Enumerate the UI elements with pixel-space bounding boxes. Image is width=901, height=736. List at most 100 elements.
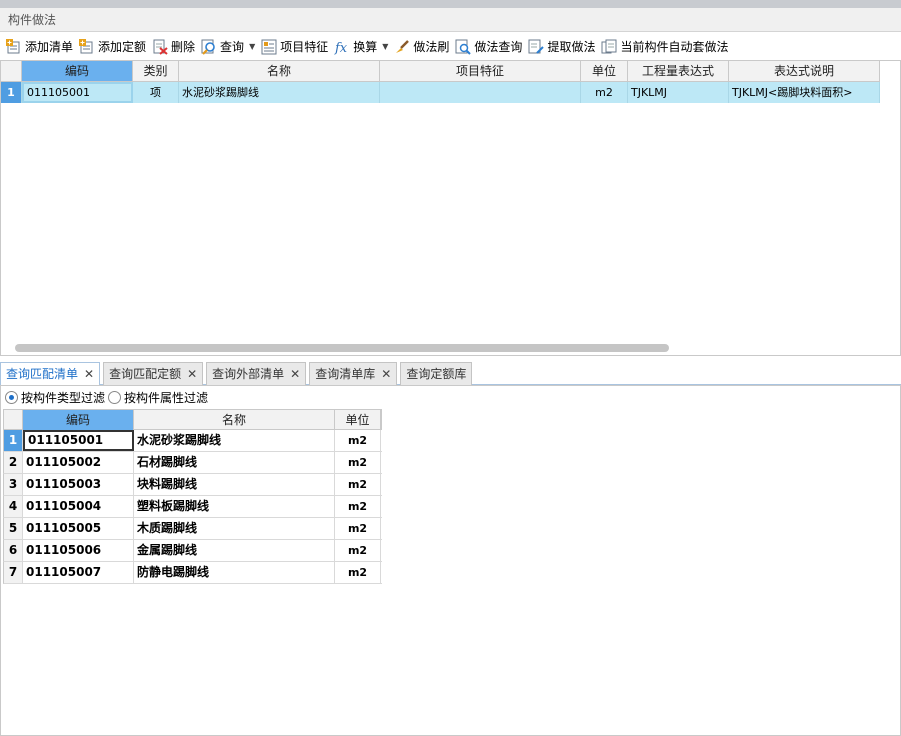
cell-name[interactable]: 金属踢脚线	[134, 540, 335, 561]
row-number-header	[1, 61, 22, 81]
add-quota-label: 添加定额	[98, 40, 147, 54]
table-row[interactable]: 6 011105006 金属踢脚线 m2	[3, 540, 382, 562]
filter-by-attribute-label[interactable]: 按构件属性过滤	[124, 389, 208, 406]
cell-name[interactable]: 石材踢脚线	[134, 452, 335, 473]
auto-apply-method-label: 当前构件自动套做法	[620, 40, 729, 54]
project-feature-label: 项目特征	[280, 40, 329, 54]
header-unit[interactable]: 单位	[335, 410, 381, 430]
brush-icon	[394, 39, 410, 55]
row-number: 2	[4, 452, 23, 473]
query-dropdown-button[interactable]: 查询 ▼	[199, 36, 259, 58]
header-category[interactable]: 类别	[133, 61, 179, 81]
tab-quota-library[interactable]: 查询定额库	[400, 362, 473, 385]
table-row[interactable]: 3 011105003 块料踢脚线 m2	[3, 474, 382, 496]
cell-code[interactable]: 011105001	[23, 430, 134, 451]
close-icon[interactable]: ✕	[187, 363, 197, 385]
add-list-label: 添加清单	[25, 40, 74, 54]
delete-icon	[152, 39, 168, 55]
table-row[interactable]: 7 011105007 防静电踢脚线 m2	[3, 562, 382, 584]
cell-name[interactable]: 水泥砂浆踢脚线	[134, 430, 335, 451]
cell-unit[interactable]: m2	[335, 430, 381, 451]
method-query-button[interactable]: 做法查询	[453, 36, 526, 58]
method-brush-button[interactable]: 做法刷	[392, 36, 453, 58]
cell-code[interactable]: 011105004	[23, 496, 134, 517]
query-label: 查询	[220, 40, 245, 54]
auto-apply-method-button[interactable]: 当前构件自动套做法	[599, 36, 732, 58]
panel-title: 构件做法	[0, 8, 901, 32]
header-unit[interactable]: 单位	[581, 61, 628, 81]
close-icon[interactable]: ✕	[290, 363, 300, 385]
add-list-button[interactable]: 添加清单	[4, 36, 77, 58]
cell-code[interactable]: 011105003	[23, 474, 134, 495]
header-code[interactable]: 编码	[23, 410, 134, 430]
window-top-strip	[0, 0, 901, 8]
cell-code[interactable]: 011105001	[22, 82, 133, 103]
table-row[interactable]: 5 011105005 木质踢脚线 m2	[3, 518, 382, 540]
cell-name[interactable]: 塑料板踢脚线	[134, 496, 335, 517]
horizontal-scrollbar[interactable]	[15, 344, 669, 352]
filter-by-type-label[interactable]: 按构件类型过滤	[21, 389, 105, 406]
project-feature-button[interactable]: 项目特征	[259, 36, 332, 58]
delete-button[interactable]: 删除	[150, 36, 199, 58]
method-grid: 编码 类别 名称 项目特征 单位 工程量表达式 表达式说明 1 01110500…	[0, 60, 901, 356]
cell-unit[interactable]: m2	[335, 540, 381, 561]
row-number-header	[4, 410, 23, 430]
header-expression-desc[interactable]: 表达式说明	[729, 61, 880, 81]
cell-category[interactable]: 项	[133, 82, 179, 103]
table-row[interactable]: 2 011105002 石材踢脚线 m2	[3, 452, 382, 474]
cell-unit[interactable]: m2	[335, 474, 381, 495]
cell-code[interactable]: 011105002	[23, 452, 134, 473]
cell-name[interactable]: 块料踢脚线	[134, 474, 335, 495]
close-icon[interactable]: ✕	[84, 363, 94, 385]
cell-feature[interactable]	[380, 82, 581, 103]
tab-list-library[interactable]: 查询清单库 ✕	[309, 362, 398, 385]
filter-by-attribute-radio[interactable]	[108, 390, 122, 404]
header-expression[interactable]: 工程量表达式	[628, 61, 729, 81]
table-row[interactable]: 1 011105001 水泥砂浆踢脚线 m2	[3, 430, 382, 452]
auto-apply-icon	[601, 39, 617, 55]
method-brush-label: 做法刷	[413, 40, 450, 54]
header-feature[interactable]: 项目特征	[380, 61, 581, 81]
close-icon[interactable]: ✕	[381, 363, 391, 385]
row-number: 6	[4, 540, 23, 561]
filter-by-type-radio[interactable]	[5, 390, 18, 404]
cell-name[interactable]: 水泥砂浆踢脚线	[179, 82, 380, 103]
cell-expression[interactable]: TJKLMJ	[628, 82, 729, 103]
header-code[interactable]: 编码	[22, 61, 133, 81]
tab-label: 查询匹配定额	[109, 367, 182, 381]
cell-code[interactable]: 011105007	[23, 562, 134, 583]
cell-expression-desc[interactable]: TJKLMJ<踢脚块料面积>	[729, 82, 880, 103]
extract-icon	[528, 39, 545, 55]
add-quota-button[interactable]: 添加定额	[77, 36, 150, 58]
cell-code[interactable]: 011105006	[23, 540, 134, 561]
toolbar: 添加清单 添加定额 删除 查询 ▼ 项目特征 fx 换算 ▼ 做法刷 做法查询 …	[0, 33, 901, 60]
extract-method-button[interactable]: 提取做法	[526, 36, 599, 58]
cell-unit[interactable]: m2	[335, 496, 381, 517]
delete-label: 删除	[171, 40, 196, 54]
cell-unit[interactable]: m2	[581, 82, 628, 103]
header-name[interactable]: 名称	[134, 410, 335, 430]
tab-label: 查询定额库	[406, 367, 467, 381]
extract-method-label: 提取做法	[547, 40, 596, 54]
tab-external-list[interactable]: 查询外部清单 ✕	[206, 362, 307, 385]
tab-match-list[interactable]: 查询匹配清单 ✕	[0, 362, 101, 385]
cell-name[interactable]: 防静电踢脚线	[134, 562, 335, 583]
tab-label: 查询匹配清单	[6, 367, 79, 381]
tab-match-quota[interactable]: 查询匹配定额 ✕	[103, 362, 204, 385]
cell-name[interactable]: 木质踢脚线	[134, 518, 335, 539]
svg-text:fx: fx	[334, 41, 348, 55]
tab-label: 查询外部清单	[212, 367, 285, 381]
conversion-dropdown-button[interactable]: fx 换算 ▼	[332, 36, 392, 58]
chevron-down-icon: ▼	[249, 42, 256, 51]
header-name[interactable]: 名称	[179, 61, 380, 81]
tab-label: 查询清单库	[315, 367, 376, 381]
cell-unit[interactable]: m2	[335, 452, 381, 473]
add-quota-icon	[79, 38, 95, 55]
method-row[interactable]: 1 011105001 项 水泥砂浆踢脚线 m2 TJKLMJ TJKLMJ<踢…	[1, 82, 880, 103]
table-row[interactable]: 4 011105004 塑料板踢脚线 m2	[3, 496, 382, 518]
cell-unit[interactable]: m2	[335, 518, 381, 539]
add-list-icon	[6, 38, 22, 55]
cell-unit[interactable]: m2	[335, 562, 381, 583]
cell-code[interactable]: 011105005	[23, 518, 134, 539]
query-result-panel: 按构件类型过滤 按构件属性过滤 编码 名称 单位 1 011105001 水泥砂…	[0, 385, 901, 736]
